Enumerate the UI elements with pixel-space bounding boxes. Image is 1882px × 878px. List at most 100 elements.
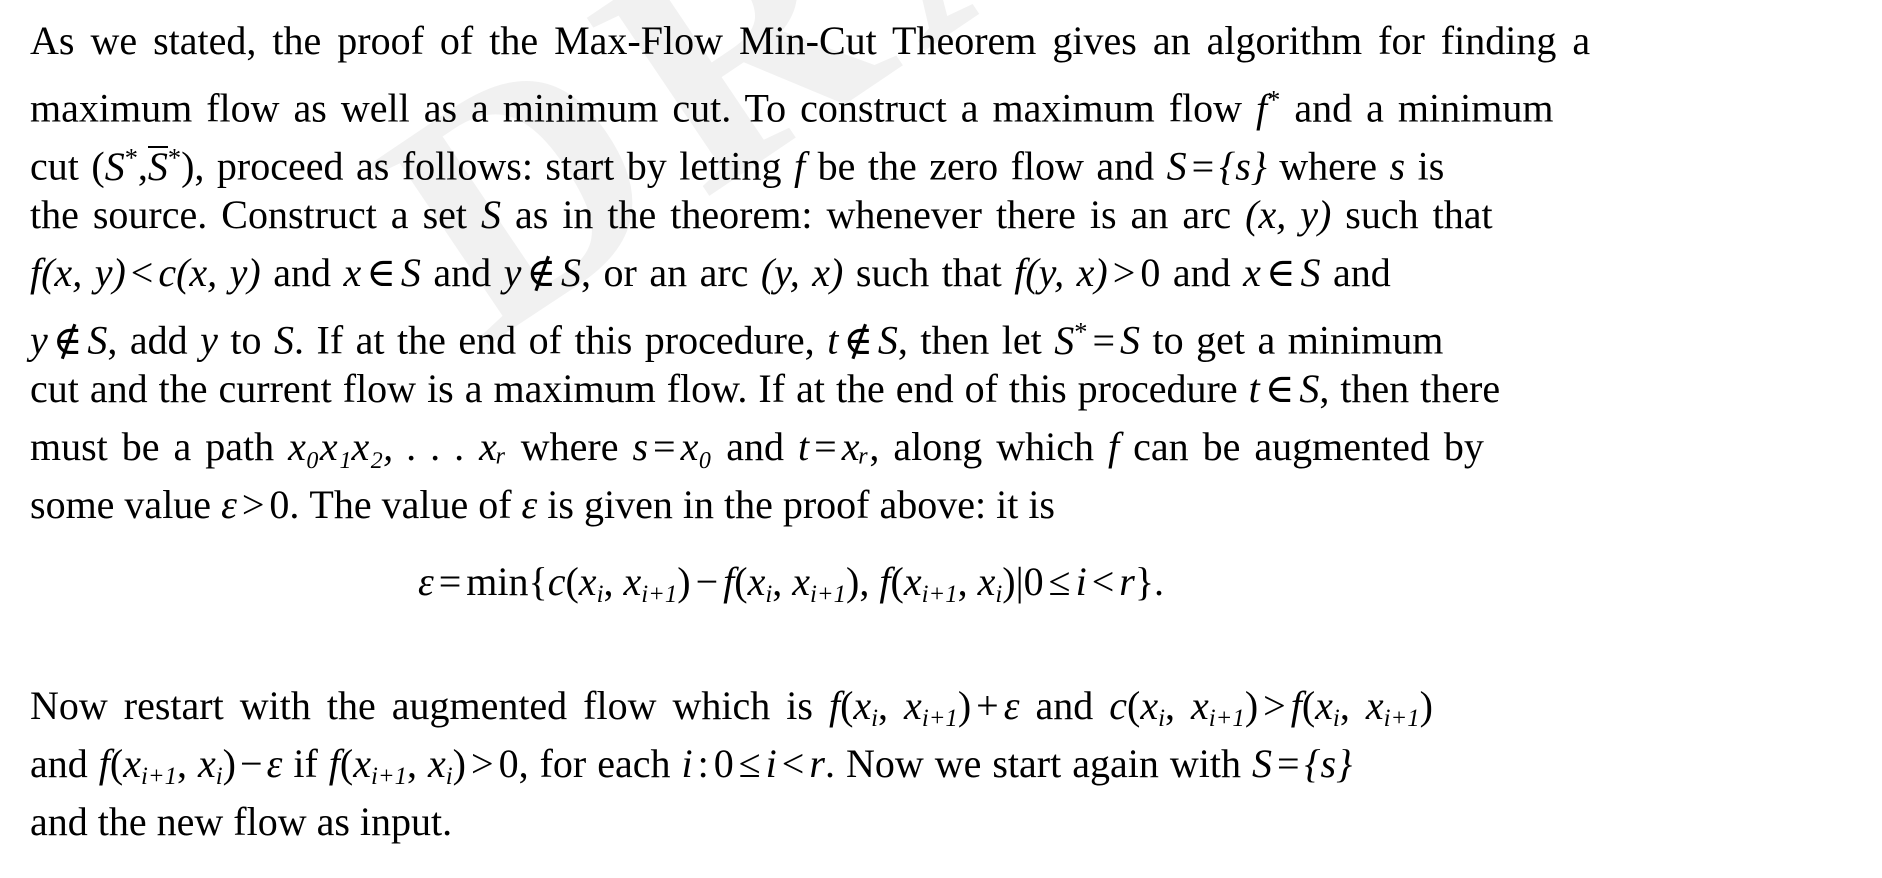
paragraph-2-line-2: and f(xi+1, xi) − ε if f(xi+1, xi) >0, for … <box>30 735 1715 793</box>
line-text: and <box>1172 250 1231 295</box>
math-element-of: ∈ <box>1264 366 1295 411</box>
math-open-paren: ( <box>1301 683 1316 728</box>
line-text: , or an arc <box>581 250 749 295</box>
math-sub-i-plus-1: i+1 <box>810 580 847 608</box>
paragraph-1-line-7: cut and the current flow is a maximum fl… <box>30 360 1715 418</box>
math-var-S: S <box>104 143 125 189</box>
math-var-S: S <box>481 192 501 237</box>
line-text: to <box>230 317 262 363</box>
displayed-equation: ε = min{c(xi, xi+1) − f(xi, xi+1), f(xi+1, x… <box>0 553 1882 624</box>
math-comma: , <box>957 559 968 604</box>
math-sub-i-plus-1: i+1 <box>370 762 408 790</box>
line-text: where <box>1279 143 1378 189</box>
math-period: . <box>1154 559 1165 604</box>
math-open-paren: ( <box>840 683 854 728</box>
math-var-S: S <box>877 317 898 363</box>
math-comma: , <box>878 683 889 728</box>
math-var-x: x <box>428 741 446 786</box>
math-var-S: S <box>1054 317 1075 363</box>
line-text: where <box>520 424 619 469</box>
math-c-of-x-y: c(x, y) <box>158 250 261 295</box>
math-pair-xy: (x, y) <box>1245 192 1332 237</box>
math-comma: , <box>603 559 614 604</box>
math-var-s: s <box>632 424 649 469</box>
math-not-element-of: ∉ <box>843 317 873 363</box>
line-text: and the new flow as input. <box>30 799 453 844</box>
math-var-x: x <box>1191 683 1209 728</box>
math-colon: : <box>697 741 709 786</box>
math-var-x: x <box>1243 250 1261 295</box>
line-text: to get a minimum <box>1152 317 1444 363</box>
line-text: , along which <box>869 424 1094 469</box>
math-f-of-y-x: f(y, x) <box>1014 250 1108 295</box>
math-var-S: S <box>1120 317 1141 363</box>
math-var-x: x <box>1140 683 1159 728</box>
line-text: and <box>273 250 331 295</box>
math-close-paren: ) <box>1244 683 1259 728</box>
math-var-r: r <box>809 741 825 786</box>
math-var-x: x <box>1315 683 1333 728</box>
math-var-x: x <box>1365 683 1384 728</box>
math-var-x: x <box>903 559 922 604</box>
math-equals: = <box>1191 143 1215 189</box>
math-func-c: c <box>547 559 566 604</box>
line-text: , add <box>107 317 188 363</box>
math-sub-i-plus-1: i+1 <box>921 580 958 608</box>
math-open-brace: { <box>528 559 548 604</box>
paragraph-1-line-2: maximum flow as well as a minimum cut. T… <box>30 70 1715 131</box>
math-func-c: c <box>1109 683 1128 728</box>
line-text: As we stated, the proof of the Max-Flow … <box>30 18 1591 63</box>
math-var-x: x <box>123 741 141 786</box>
line-text: and <box>30 741 88 786</box>
line-text: and <box>1035 683 1094 728</box>
math-var-x: x <box>747 559 766 604</box>
math-comma: , <box>772 559 783 604</box>
line-text: maximum flow as well as a minimum cut. T… <box>30 85 1243 131</box>
math-var-x: x <box>578 559 597 604</box>
line-text: . If at the end of this procedure, <box>294 317 815 363</box>
line-text: and <box>433 250 492 295</box>
math-sub-i-plus-1: i+1 <box>921 704 958 732</box>
math-var-f: f <box>794 143 806 189</box>
paragraph-2: Now restart with the augmented flow whic… <box>30 677 1715 851</box>
math-less-than-or-equal: ≤ <box>1048 559 1071 604</box>
line-text: , then let <box>897 317 1042 363</box>
math-greater-than: > <box>1112 250 1136 295</box>
line-text: ), proceed as follows: start by letting <box>181 143 782 189</box>
math-var-r: r <box>1119 559 1135 604</box>
math-comma: , <box>859 559 870 604</box>
math-close-paren: ) <box>846 559 860 604</box>
math-greater-than: > <box>241 482 265 527</box>
paragraph-1-line-9: some value ε >0. The value of ε is given … <box>30 476 1715 534</box>
math-epsilon: ε <box>417 559 434 604</box>
math-close-paren: ) <box>222 741 236 786</box>
math-superscript-star: * <box>124 142 138 172</box>
line-text: some value <box>30 482 212 527</box>
math-minus: − <box>240 741 263 786</box>
math-var-S: S <box>87 317 108 363</box>
math-greater-than: > <box>1263 683 1286 728</box>
math-element-of: ∈ <box>1265 250 1296 295</box>
math-func-f: f <box>879 559 891 604</box>
math-comma: , <box>177 741 188 786</box>
math-equals: = <box>438 559 462 604</box>
math-sub-i: i <box>871 704 879 732</box>
math-greater-than: > <box>471 741 494 786</box>
math-set-s: {s} <box>1219 143 1267 189</box>
math-comma: , <box>1339 683 1350 728</box>
line-text: Now restart with the augmented flow whic… <box>30 683 813 728</box>
math-set-s: {s} <box>1304 741 1353 786</box>
paragraph-1-line-4: the source. Construct a set S as in the … <box>30 186 1715 244</box>
line-text: . Now we start again with <box>824 741 1241 786</box>
paragraph-1: As we stated, the proof of the Max-Flow … <box>30 12 1715 534</box>
math-equals: = <box>814 424 837 469</box>
math-open-paren: ( <box>109 741 124 786</box>
math-element-of: ∈ <box>366 250 396 295</box>
math-var-S: S <box>274 317 295 363</box>
math-open-paren: ( <box>339 741 354 786</box>
math-min-operator: min <box>466 559 529 604</box>
math-var-S: S <box>1166 143 1187 189</box>
math-var-S: S <box>561 250 582 295</box>
math-epsilon: ε <box>1003 683 1020 728</box>
math-func-f: f <box>723 559 735 604</box>
